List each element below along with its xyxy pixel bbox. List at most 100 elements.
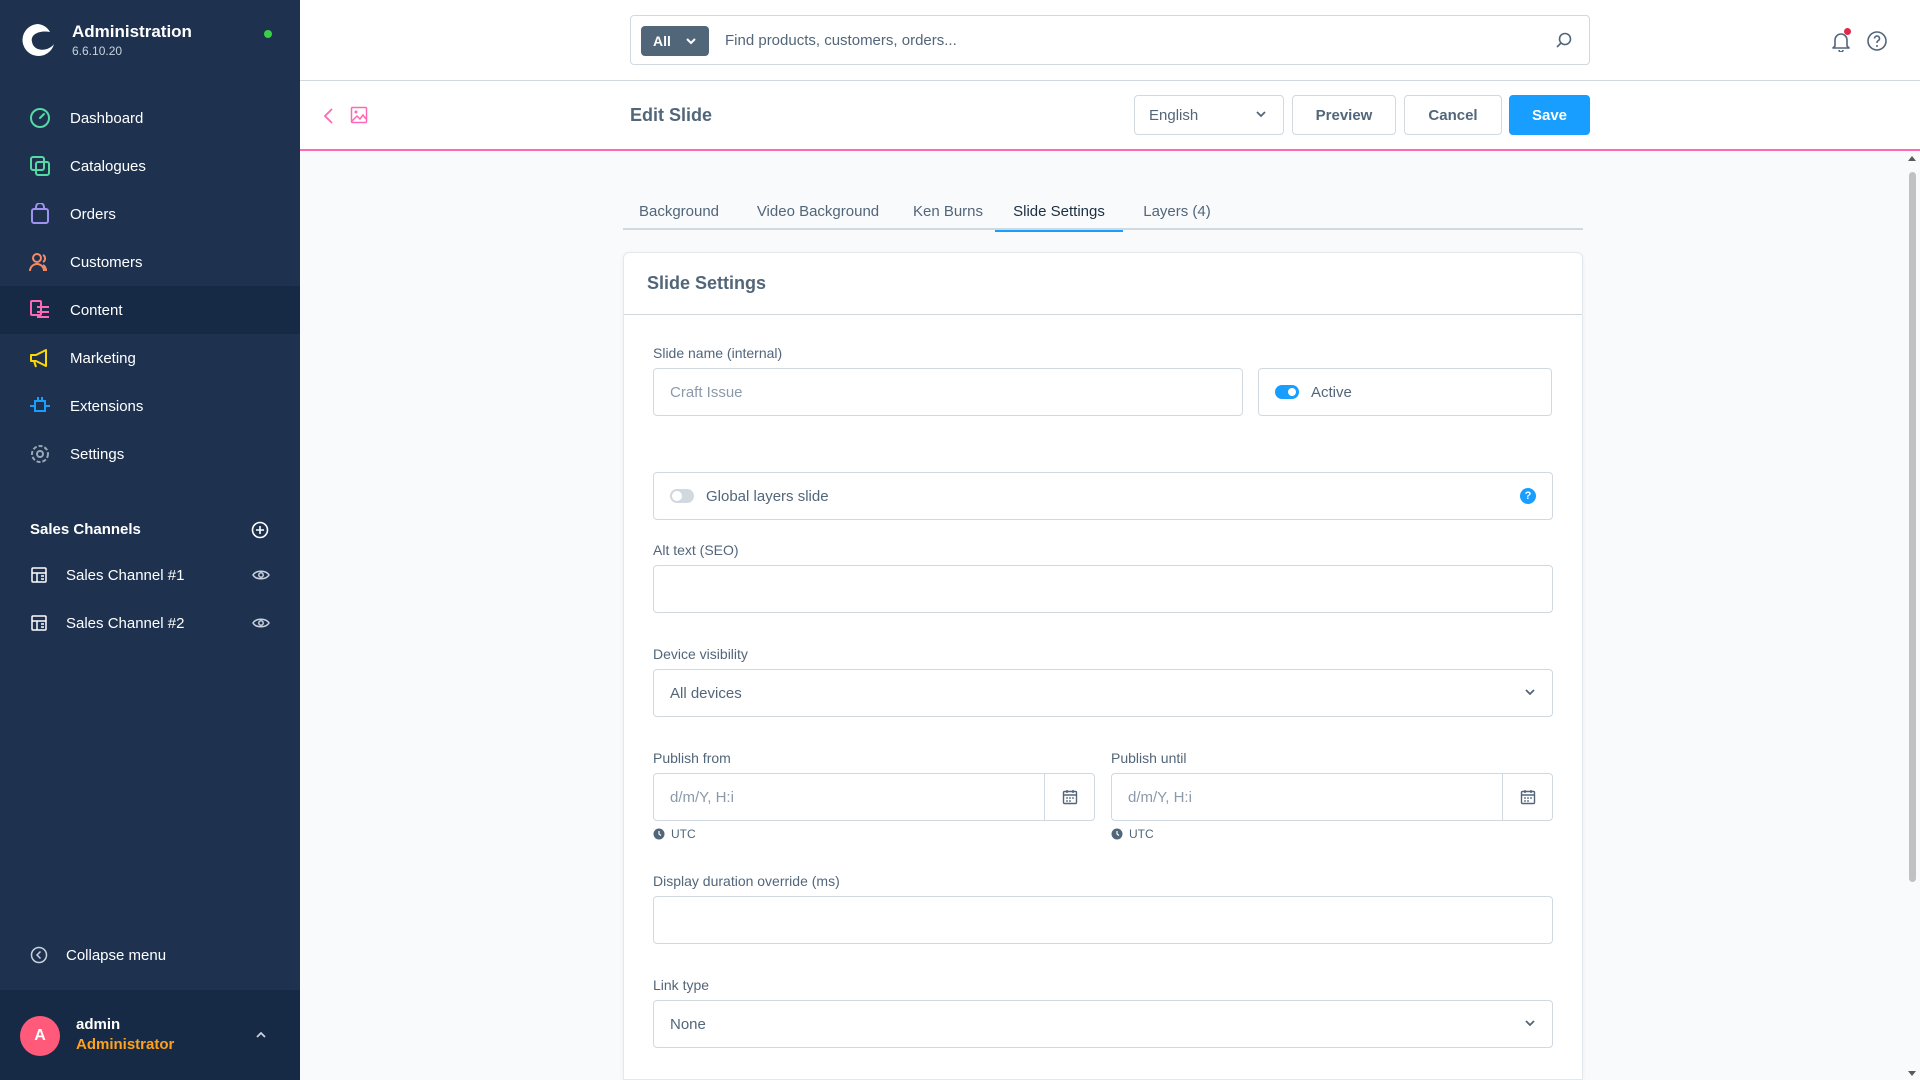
language-select[interactable]: English (1134, 95, 1284, 135)
chevron-down-icon (1256, 111, 1266, 118)
sidebar-item-label: Orders (70, 205, 116, 223)
device-visibility-select[interactable]: All devices (653, 669, 1553, 717)
link-type-value: None (670, 1015, 706, 1033)
content-icon (28, 298, 52, 322)
search-type-label: All (653, 33, 671, 49)
sidebar-item-extensions[interactable]: Extensions (0, 382, 300, 430)
alt-text-label: Alt text (SEO) (653, 542, 739, 558)
add-sales-channel-icon[interactable] (250, 520, 270, 540)
back-arrow-icon[interactable] (322, 107, 336, 125)
sidebar-item-label: Marketing (70, 349, 136, 367)
tab-layers[interactable]: Layers (4) (1133, 192, 1221, 230)
calendar-icon[interactable] (1502, 774, 1552, 820)
tab-ken-burns[interactable]: Ken Burns (903, 192, 993, 230)
tab-video-background[interactable]: Video Background (746, 192, 890, 230)
clock-icon (653, 828, 665, 840)
avatar: A (20, 1016, 60, 1056)
display-duration-input[interactable] (653, 896, 1553, 944)
sidebar-item-dashboard[interactable]: Dashboard (0, 94, 300, 142)
search-icon[interactable] (1555, 31, 1573, 49)
publish-from-label: Publish from (653, 750, 731, 766)
sidebar-item-label: Extensions (70, 397, 144, 415)
user-menu[interactable]: A admin Administrator (0, 990, 300, 1080)
slide-settings-card: Slide Settings Slide name (internal) Cra… (623, 252, 1583, 1080)
shopware-logo-icon (22, 24, 54, 56)
customers-icon (28, 250, 52, 274)
active-label: Active (1311, 383, 1352, 401)
sidebar-item-label: Dashboard (70, 109, 144, 127)
brand[interactable]: Administration 6.6.10.20 (20, 22, 192, 58)
storefront-icon (31, 615, 47, 631)
link-type-select[interactable]: None (653, 1000, 1553, 1048)
sidebar-item-label: Catalogues (70, 157, 146, 175)
help-icon[interactable] (1866, 30, 1888, 52)
sidebar-item-customers[interactable]: Customers (0, 238, 300, 286)
sales-channels-title: Sales Channels (30, 521, 141, 538)
publish-until-timezone: UTC (1111, 827, 1154, 841)
slide-name-input[interactable]: Craft Issue (653, 368, 1243, 416)
publish-from-input[interactable]: d/m/Y, H:i (653, 773, 1095, 821)
sales-channel-label: Sales Channel #1 (66, 566, 185, 584)
sidebar-item-settings[interactable]: Settings (0, 430, 300, 478)
main-nav: Dashboard Catalogues Orders Customers Co… (0, 94, 300, 478)
cancel-button[interactable]: Cancel (1404, 95, 1502, 135)
timezone-label: UTC (1129, 827, 1154, 841)
visibility-eye-icon[interactable] (252, 614, 270, 632)
chevron-down-icon (1525, 1020, 1535, 1027)
scroll-down-arrow[interactable] (1908, 1071, 1916, 1076)
image-icon (350, 106, 368, 124)
sidebar-item-label: Content (70, 301, 123, 319)
sales-channel-item[interactable]: Sales Channel #2 (0, 599, 300, 647)
chevron-up-icon[interactable] (254, 1028, 268, 1042)
user-role: Administrator (76, 1036, 175, 1053)
publish-until-input[interactable]: d/m/Y, H:i (1111, 773, 1553, 821)
active-switch[interactable]: Active (1258, 368, 1552, 416)
publish-until-label: Publish until (1111, 750, 1187, 766)
active-toggle-icon[interactable] (1275, 385, 1299, 399)
app-version: 6.6.10.20 (72, 44, 123, 58)
global-search: All (630, 15, 1590, 65)
global-layers-label: Global layers slide (706, 487, 829, 505)
online-status-dot (264, 30, 272, 38)
sidebar-item-catalogues[interactable]: Catalogues (0, 142, 300, 190)
tab-slide-settings[interactable]: Slide Settings (995, 192, 1123, 232)
global-layers-switch[interactable]: Global layers slide ? (653, 472, 1553, 520)
slide-name-label: Slide name (internal) (653, 345, 783, 361)
timezone-label: UTC (671, 827, 696, 841)
sidebar-item-marketing[interactable]: Marketing (0, 334, 300, 382)
collapse-menu-button[interactable]: Collapse menu (30, 946, 166, 964)
tab-background[interactable]: Background (623, 192, 735, 230)
user-name: admin (76, 1016, 121, 1033)
sidebar-item-content[interactable]: Content (0, 286, 300, 334)
preview-button[interactable]: Preview (1292, 95, 1396, 135)
sidebar: Administration 6.6.10.20 Dashboard Catal… (0, 0, 300, 1080)
display-duration-label: Display duration override (ms) (653, 873, 840, 889)
calendar-icon[interactable] (1044, 774, 1094, 820)
orders-icon (28, 202, 52, 226)
scrollbar-thumb[interactable] (1909, 172, 1916, 882)
save-button[interactable]: Save (1509, 95, 1590, 135)
clock-icon (1111, 828, 1123, 840)
search-type-dropdown[interactable]: All (641, 26, 709, 56)
scroll-up-arrow[interactable] (1908, 156, 1916, 161)
slide-tabs: Background Video Background Ken Burns Sl… (623, 192, 1583, 232)
sales-channel-label: Sales Channel #2 (66, 614, 185, 632)
global-layers-toggle-icon[interactable] (670, 489, 694, 503)
collapse-menu-label: Collapse menu (66, 946, 167, 964)
visibility-eye-icon[interactable] (252, 566, 270, 584)
sidebar-item-orders[interactable]: Orders (0, 190, 300, 238)
publish-from-timezone: UTC (653, 827, 696, 841)
publish-until-placeholder: d/m/Y, H:i (1128, 788, 1192, 806)
card-title: Slide Settings (624, 253, 1582, 315)
storefront-icon (31, 567, 47, 583)
device-visibility-value: All devices (670, 684, 742, 702)
device-visibility-label: Device visibility (653, 646, 748, 662)
help-info-icon[interactable]: ? (1520, 488, 1536, 504)
collapse-icon (30, 946, 48, 964)
extensions-icon (28, 394, 52, 418)
alt-text-input[interactable] (653, 565, 1553, 613)
main-scrollbar[interactable] (1905, 152, 1920, 1080)
search-input[interactable] (725, 16, 1525, 64)
app-title: Administration (72, 22, 192, 41)
sales-channel-item[interactable]: Sales Channel #1 (0, 551, 300, 599)
